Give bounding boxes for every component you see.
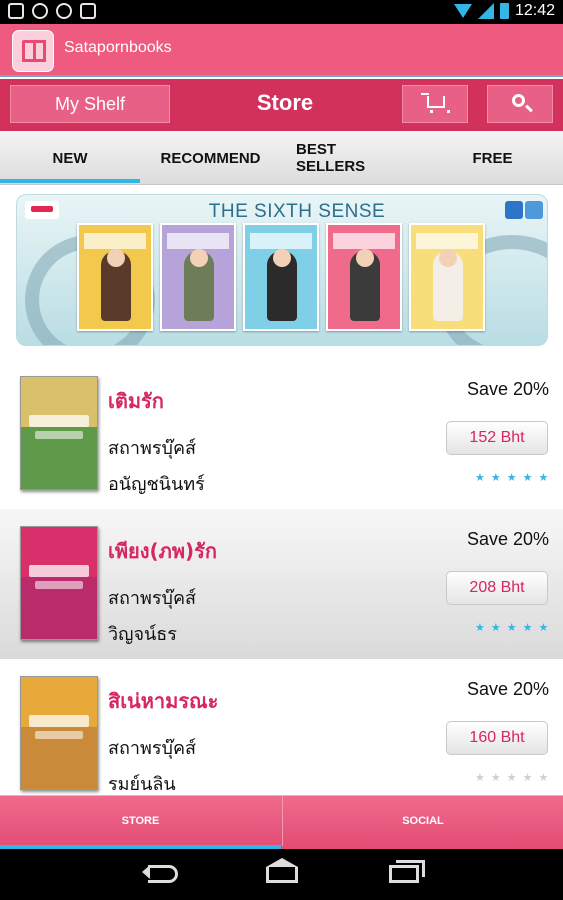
- discount-label: Save 20%: [466, 379, 549, 399]
- book-publisher: สถาพรบุ๊คส์: [108, 438, 196, 459]
- tab-social[interactable]: SOCIAL: [282, 796, 563, 846]
- list-item[interactable]: เติมรัก สถาพรบุ๊คส์ อนัญชนินทร์ Save 20%…: [0, 359, 563, 509]
- book-cover-image[interactable]: [20, 676, 98, 790]
- page-title: Store: [256, 90, 314, 115]
- price-button[interactable]: 160 Bht: [446, 721, 548, 755]
- back-icon[interactable]: [142, 865, 178, 883]
- system-nav-bar: [0, 849, 563, 900]
- bag-icon: [80, 3, 96, 19]
- promo-banner[interactable]: THE SIXTH SENSE: [16, 194, 548, 346]
- battery-icon: [499, 3, 509, 19]
- book-author: รมย์นลิน: [108, 774, 176, 795]
- app-title: Satapornbooks: [64, 39, 172, 56]
- book-author: อนัญชนินทร์: [108, 474, 205, 495]
- my-shelf-button[interactable]: My Shelf: [10, 85, 170, 123]
- book-list: เติมรัก สถาพรบุ๊คส์ อนัญชนินทร์ Save 20%…: [0, 359, 563, 795]
- list-item[interactable]: เพียง(ภพ)รัก สถาพรบุ๊คส์ วิญจน์ธร Save 2…: [0, 509, 563, 659]
- category-tabs: NEW RECOMMEND BEST SELLERS FREE: [0, 131, 563, 185]
- rating-stars: ★★★★★: [475, 471, 555, 484]
- book-title[interactable]: เพียง(ภพ)รัก: [108, 535, 217, 567]
- tab-best-sellers[interactable]: BEST SELLERS: [281, 131, 422, 185]
- signal-icon: [477, 3, 494, 19]
- notification-icons: [8, 3, 96, 19]
- tab-new[interactable]: NEW: [0, 131, 140, 185]
- banner-title: THE SIXTH SENSE: [208, 201, 386, 222]
- book-author: วิญจน์ธร: [108, 624, 177, 645]
- clock-icon: [56, 3, 72, 19]
- discount-label: Save 20%: [466, 529, 549, 549]
- status-bar: 12:42: [0, 0, 563, 24]
- wifi-icon: [453, 4, 472, 18]
- recent-apps-icon[interactable]: [389, 860, 425, 883]
- system-status: 12:42: [453, 2, 555, 20]
- action-bar: Satapornbooks: [0, 24, 563, 77]
- tab-store[interactable]: STORE: [0, 796, 281, 846]
- banner-book-cover[interactable]: [77, 223, 153, 331]
- publisher-logo: [25, 201, 59, 219]
- app-book-icon[interactable]: [12, 30, 54, 72]
- price-button[interactable]: 208 Bht: [446, 571, 548, 605]
- banner-book-cover[interactable]: [409, 223, 485, 331]
- search-icon: [512, 94, 525, 107]
- badge-icon: [505, 201, 523, 219]
- book-cover-image[interactable]: [20, 526, 98, 640]
- tab-best-sellers-label: BEST SELLERS: [296, 141, 366, 175]
- tab-free[interactable]: FREE: [422, 131, 563, 185]
- banner-book-cover[interactable]: [326, 223, 402, 331]
- list-item[interactable]: สิเน่หามรณะ สถาพรบุ๊คส์ รมย์นลิน Save 20…: [0, 659, 563, 795]
- home-icon[interactable]: [266, 858, 298, 883]
- banner-book-cover[interactable]: [243, 223, 319, 331]
- badge-icon: [525, 201, 543, 219]
- clock-time: 12:42: [514, 2, 555, 19]
- banner-book-cover[interactable]: [160, 223, 236, 331]
- book-title[interactable]: สิเน่หามรณะ: [108, 685, 218, 717]
- store-header: My Shelf Store: [0, 79, 563, 131]
- price-button[interactable]: 152 Bht: [446, 421, 548, 455]
- discount-label: Save 20%: [466, 679, 549, 699]
- search-button[interactable]: [487, 85, 553, 123]
- book-publisher: สถาพรบุ๊คส์: [108, 738, 196, 759]
- bottom-tab-bar: STORE SOCIAL: [0, 795, 563, 849]
- tab-recommend[interactable]: RECOMMEND: [140, 131, 281, 185]
- book-title[interactable]: เติมรัก: [108, 385, 164, 417]
- book-publisher: สถาพรบุ๊คส์: [108, 588, 196, 609]
- cart-icon: [421, 93, 450, 113]
- book-cover-image[interactable]: [20, 376, 98, 490]
- cloud-upload-icon: [32, 3, 48, 19]
- cart-button[interactable]: [402, 85, 468, 123]
- rating-stars: ★★★★★: [475, 771, 555, 784]
- selected-tab-indicator: [0, 179, 140, 183]
- rating-stars: ★★★★★: [475, 621, 555, 634]
- image-icon: [8, 3, 24, 19]
